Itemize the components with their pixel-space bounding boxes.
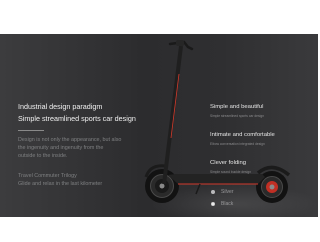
electric-scooter-image bbox=[144, 40, 291, 203]
deck bbox=[168, 174, 265, 184]
product-banner: Industrial design paradigm Simple stream… bbox=[0, 34, 318, 217]
steering-stem bbox=[162, 45, 183, 185]
kickstand bbox=[195, 183, 201, 195]
handlebar-display bbox=[176, 40, 184, 46]
front-wheel bbox=[145, 169, 179, 203]
